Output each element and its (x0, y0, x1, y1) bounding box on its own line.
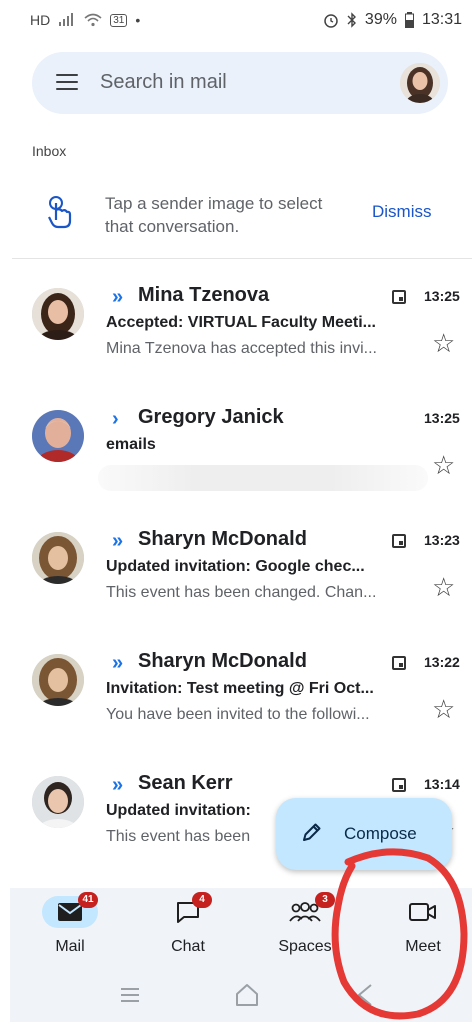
important-marker-icon: » (112, 774, 123, 796)
email-row[interactable]: » Sharyn McDonald 13:23 Updated invitati… (0, 524, 472, 644)
email-subject: Invitation: Test meeting @ Fri Oct... (106, 680, 374, 697)
compose-label: Compose (344, 824, 417, 843)
inbox-label: Inbox (32, 143, 67, 159)
nav-chat[interactable]: 4 Chat (133, 892, 243, 976)
chat-icon-wrap: 4 (160, 892, 216, 928)
sender-name: Sharyn McDonald (138, 528, 307, 550)
email-time: 13:22 (424, 654, 460, 670)
sender-avatar[interactable] (32, 776, 84, 828)
email-subject: Accepted: VIRTUAL Faculty Meeti... (106, 314, 376, 331)
sender-name: Sean Kerr (138, 772, 233, 794)
important-marker-icon: › (112, 408, 118, 430)
email-time: 13:25 (424, 410, 460, 426)
compose-button[interactable]: Compose (276, 798, 452, 870)
email-row[interactable]: » Sharyn McDonald 13:22 Invitation: Test… (0, 646, 472, 766)
sender-name: Sharyn McDonald (138, 650, 307, 672)
email-snippet: Mina Tzenova has accepted this invi... (106, 340, 377, 357)
nav-meet[interactable]: Meet (368, 896, 472, 976)
pencil-icon (303, 823, 321, 841)
battery-icon (404, 12, 414, 28)
email-subject: emails (106, 436, 156, 453)
spaces-badge: 3 (315, 892, 335, 908)
signal-icon (59, 13, 74, 26)
clock: 13:31 (421, 11, 462, 28)
tap-gesture-icon (48, 196, 72, 229)
nav-chat-label: Chat (171, 938, 205, 955)
email-snippet: You have been invited to the followi... (106, 706, 370, 723)
video-icon (409, 903, 436, 921)
alarm-icon (324, 14, 338, 28)
chat-badge: 4 (192, 892, 212, 908)
calendar-date-badge: 31 (110, 13, 128, 27)
account-avatar[interactable] (400, 63, 440, 103)
status-bar: HD 31 • 39% 13:31 (0, 0, 472, 42)
email-time: 13:14 (424, 776, 460, 792)
bluetooth-icon (347, 12, 356, 28)
nav-mail-label: Mail (55, 938, 85, 955)
battery-percent: 39% (364, 11, 397, 28)
sender-avatar[interactable] (32, 288, 84, 340)
email-row[interactable]: › Gregory Janick 13:25 emails ☆ (0, 402, 472, 522)
star-icon[interactable]: ☆ (432, 696, 455, 722)
mail-badge: 41 (78, 892, 98, 908)
tip-text: Tap a sender image to select that conver… (105, 194, 323, 236)
star-icon[interactable]: ☆ (432, 574, 455, 600)
nav-meet-label: Meet (405, 938, 441, 955)
important-marker-icon: » (112, 530, 123, 552)
sender-name: Gregory Janick (138, 406, 284, 428)
status-right: 39% 13:31 (323, 11, 462, 29)
email-row[interactable]: » Mina Tzenova 13:25 Accepted: VIRTUAL F… (0, 280, 472, 400)
search-bar[interactable]: Search in mail (32, 52, 448, 114)
hamburger-menu-icon[interactable] (56, 74, 78, 92)
hd-indicator: HD (30, 12, 51, 28)
nav-mail[interactable]: 41 Mail (15, 892, 125, 976)
important-marker-icon: » (112, 286, 123, 308)
status-left: HD 31 • (30, 12, 140, 28)
redacted-snippet (98, 465, 428, 491)
video-icon-wrap (395, 896, 451, 928)
tip-banner: Tap a sender image to select that conver… (0, 180, 472, 260)
calendar-event-icon (392, 290, 406, 304)
nav-spaces-label: Spaces (278, 938, 332, 955)
calendar-event-icon (392, 534, 406, 548)
spaces-icon-wrap: 3 (277, 892, 335, 928)
back-icon[interactable] (355, 982, 375, 1008)
sender-name: Mina Tzenova (138, 284, 270, 306)
email-time: 13:25 (424, 288, 460, 304)
mail-icon-wrap: 41 (42, 892, 98, 928)
bottom-navigation: 41 Mail 4 Chat 3 Spaces Meet (10, 888, 472, 1022)
recent-apps-icon[interactable] (118, 982, 142, 1008)
search-input[interactable]: Search in mail (100, 71, 227, 94)
sender-avatar[interactable] (32, 532, 84, 584)
calendar-event-icon (392, 656, 406, 670)
email-time: 13:23 (424, 532, 460, 548)
sender-avatar[interactable] (32, 654, 84, 706)
calendar-event-icon (392, 778, 406, 792)
nav-spaces[interactable]: 3 Spaces (250, 892, 360, 976)
sender-avatar[interactable] (32, 410, 84, 462)
important-marker-icon: » (112, 652, 123, 674)
email-subject: Updated invitation: Google chec... (106, 558, 365, 575)
dismiss-button[interactable]: Dismiss (372, 202, 432, 222)
star-icon[interactable]: ☆ (432, 452, 455, 478)
wifi-icon (84, 13, 102, 27)
star-icon[interactable]: ☆ (432, 330, 455, 356)
home-icon[interactable] (234, 982, 260, 1008)
divider (12, 258, 472, 259)
notification-dot: • (135, 12, 141, 28)
email-snippet: This event has been changed. Chan... (106, 584, 377, 601)
